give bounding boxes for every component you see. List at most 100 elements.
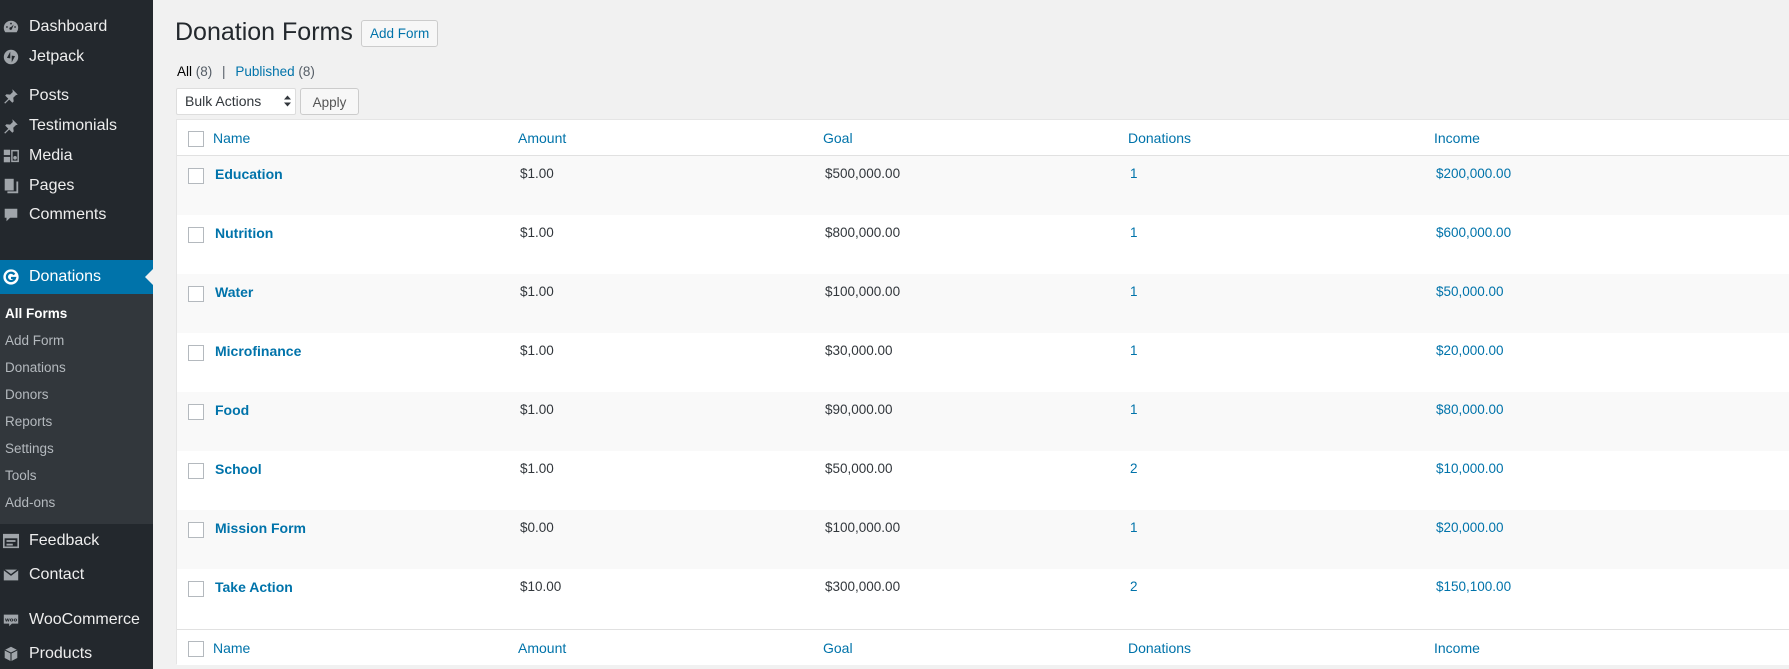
column-footer-goal[interactable]: Goal	[823, 640, 853, 656]
form-name-link[interactable]: Water	[215, 284, 253, 300]
donations-count-link[interactable]: 1	[1130, 343, 1138, 358]
donations-count-link[interactable]: 1	[1130, 520, 1138, 535]
form-name-link[interactable]: Nutrition	[215, 225, 273, 241]
row-checkbox[interactable]	[188, 463, 204, 479]
menu-label: Donations	[29, 268, 102, 285]
row-checkbox[interactable]	[188, 286, 204, 302]
menu-item-testimonials[interactable]: Testimonials	[0, 109, 153, 143]
apply-button[interactable]: Apply	[300, 88, 359, 115]
income-link[interactable]: $10,000.00	[1436, 461, 1504, 476]
form-name-link[interactable]: Mission Form	[215, 520, 306, 536]
income-link[interactable]: $200,000.00	[1436, 166, 1511, 181]
submenu-donations[interactable]: Donations	[5, 360, 66, 375]
menu-label: Testimonials	[29, 117, 118, 134]
feedback-icon	[2, 532, 20, 550]
amount-cell: $1.00	[520, 284, 554, 299]
row-checkbox[interactable]	[188, 522, 204, 538]
income-link[interactable]: $20,000.00	[1436, 343, 1504, 358]
menu-item-media[interactable]: Media	[0, 139, 153, 173]
forms-table: Name Amount Goal Donations Income Educat…	[176, 119, 1789, 665]
column-header-goal[interactable]: Goal	[823, 130, 853, 146]
menu-item-feedback[interactable]: Feedback	[0, 524, 153, 558]
form-name-link[interactable]: Microfinance	[215, 343, 301, 359]
row-checkbox[interactable]	[188, 404, 204, 420]
income-link[interactable]: $20,000.00	[1436, 520, 1504, 535]
submenu-tools[interactable]: Tools	[5, 468, 37, 483]
amount-cell: $1.00	[520, 461, 554, 476]
row-checkbox[interactable]	[188, 227, 204, 243]
goal-cell: $800,000.00	[825, 225, 901, 240]
pin-icon	[2, 87, 20, 105]
menu-label: Feedback	[29, 532, 100, 549]
bulk-actions-select[interactable]: Bulk Actions	[176, 88, 296, 115]
menu-item-jetpack[interactable]: Jetpack	[0, 40, 153, 74]
menu-label: WooCommerce	[29, 611, 140, 628]
income-link[interactable]: $150,100.00	[1436, 579, 1511, 594]
income-link[interactable]: $50,000.00	[1436, 284, 1504, 299]
column-header-amount[interactable]: Amount	[518, 130, 566, 146]
menu-item-woocommerce[interactable]: woo WooCommerce	[0, 603, 153, 637]
goal-cell: $50,000.00	[825, 461, 893, 476]
filter-all-count: (8)	[195, 64, 213, 79]
menu-item-donations[interactable]: Donations	[0, 260, 153, 294]
goal-cell: $100,000.00	[825, 520, 901, 535]
goal-cell: $90,000.00	[825, 402, 893, 417]
mail-icon	[2, 566, 20, 584]
column-header-name[interactable]: Name	[213, 130, 250, 146]
table-row: Food $1.00 $90,000.00 1 $80,000.00	[177, 392, 1789, 451]
filter-published[interactable]: Published	[235, 64, 294, 79]
submenu-add-form[interactable]: Add Form	[5, 333, 64, 348]
add-form-button[interactable]: Add Form	[361, 20, 439, 47]
menu-label: Pages	[29, 177, 75, 194]
submenu-reports[interactable]: Reports	[5, 414, 52, 429]
column-footer-amount[interactable]: Amount	[518, 640, 566, 656]
donations-count-link[interactable]: 1	[1130, 225, 1138, 240]
menu-item-contact[interactable]: Contact	[0, 558, 153, 592]
jetpack-icon	[2, 48, 20, 66]
submenu-add-ons[interactable]: Add-ons	[5, 495, 55, 510]
pages-icon	[2, 177, 20, 195]
filter-all[interactable]: All	[177, 64, 192, 79]
goal-cell: $300,000.00	[825, 579, 901, 594]
donations-count-link[interactable]: 1	[1130, 402, 1138, 417]
column-footer-donations[interactable]: Donations	[1128, 640, 1191, 656]
row-checkbox[interactable]	[188, 345, 204, 361]
form-name-link[interactable]: School	[215, 461, 262, 477]
row-checkbox[interactable]	[188, 581, 204, 597]
amount-cell: $10.00	[520, 579, 562, 594]
donations-count-link[interactable]: 2	[1130, 461, 1138, 476]
form-name-link[interactable]: Education	[215, 166, 283, 182]
menu-item-products[interactable]: Products	[0, 637, 153, 669]
amount-cell: $1.00	[520, 343, 554, 358]
donations-count-link[interactable]: 1	[1130, 284, 1138, 299]
amount-cell: $1.00	[520, 166, 554, 181]
donations-count-link[interactable]: 1	[1130, 166, 1138, 181]
column-header-donations[interactable]: Donations	[1128, 130, 1191, 146]
income-link[interactable]: $80,000.00	[1436, 402, 1504, 417]
table-row: Take Action $10.00 $300,000.00 2 $150,100.00	[177, 569, 1789, 628]
submenu-settings[interactable]: Settings	[5, 441, 54, 456]
menu-item-comments[interactable]: Comments	[0, 198, 153, 232]
form-name-link[interactable]: Take Action	[215, 579, 293, 595]
row-checkbox[interactable]	[188, 168, 204, 184]
column-footer-name[interactable]: Name	[213, 640, 250, 656]
table-header: Name Amount Goal Donations Income	[177, 120, 1789, 156]
column-footer-income[interactable]: Income	[1434, 640, 1480, 656]
form-name-link[interactable]: Food	[215, 402, 249, 418]
donations-submenu: All Forms Add Form Donations Donors Repo…	[0, 294, 153, 524]
status-filters: All (8) | Published (8)	[177, 64, 315, 79]
menu-label: Jetpack	[29, 48, 85, 65]
menu-label: Posts	[29, 87, 70, 104]
income-link[interactable]: $600,000.00	[1436, 225, 1511, 240]
submenu-all-forms[interactable]: All Forms	[5, 306, 67, 321]
select-all-checkbox[interactable]	[188, 641, 204, 657]
svg-text:woo: woo	[5, 617, 18, 623]
donations-count-link[interactable]: 2	[1130, 579, 1138, 594]
main-content: Donation Forms Add Form All (8) | Publis…	[153, 0, 1789, 669]
submenu-donors[interactable]: Donors	[5, 387, 49, 402]
menu-item-dashboard[interactable]: Dashboard	[0, 10, 153, 44]
menu-item-posts[interactable]: Posts	[0, 79, 153, 113]
column-header-income[interactable]: Income	[1434, 130, 1480, 146]
filter-published-count: (8)	[298, 64, 315, 79]
select-all-checkbox[interactable]	[188, 131, 204, 147]
